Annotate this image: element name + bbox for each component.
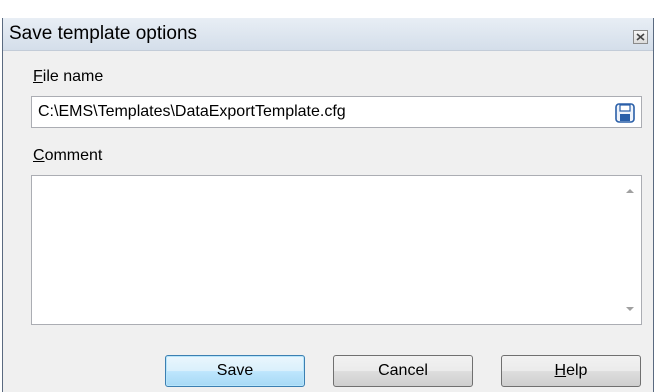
dialog-title: Save template options [9,23,198,44]
save-button[interactable]: Save [165,355,305,387]
save-template-dialog: Save template options File name C:\EMS\T… [2,18,654,392]
file-name-input[interactable]: C:\EMS\Templates\DataExportTemplate.cfg [31,96,642,128]
floppy-disk-icon [615,103,635,123]
cancel-button[interactable]: Cancel [333,355,473,387]
close-button[interactable] [633,30,648,44]
scroll-down-arrow-icon[interactable] [624,304,636,314]
help-button[interactable]: Help [501,355,641,387]
comment-label: Comment [33,147,103,164]
comment-textarea[interactable] [31,175,642,325]
close-icon [636,33,645,41]
file-name-value: C:\EMS\Templates\DataExportTemplate.cfg [38,103,346,120]
scroll-up-arrow-icon[interactable] [624,186,636,196]
comment-scrollbar[interactable] [619,176,641,324]
file-name-label: File name [33,68,104,85]
title-bar: Save template options [3,18,653,51]
browse-file-button[interactable] [615,103,635,123]
